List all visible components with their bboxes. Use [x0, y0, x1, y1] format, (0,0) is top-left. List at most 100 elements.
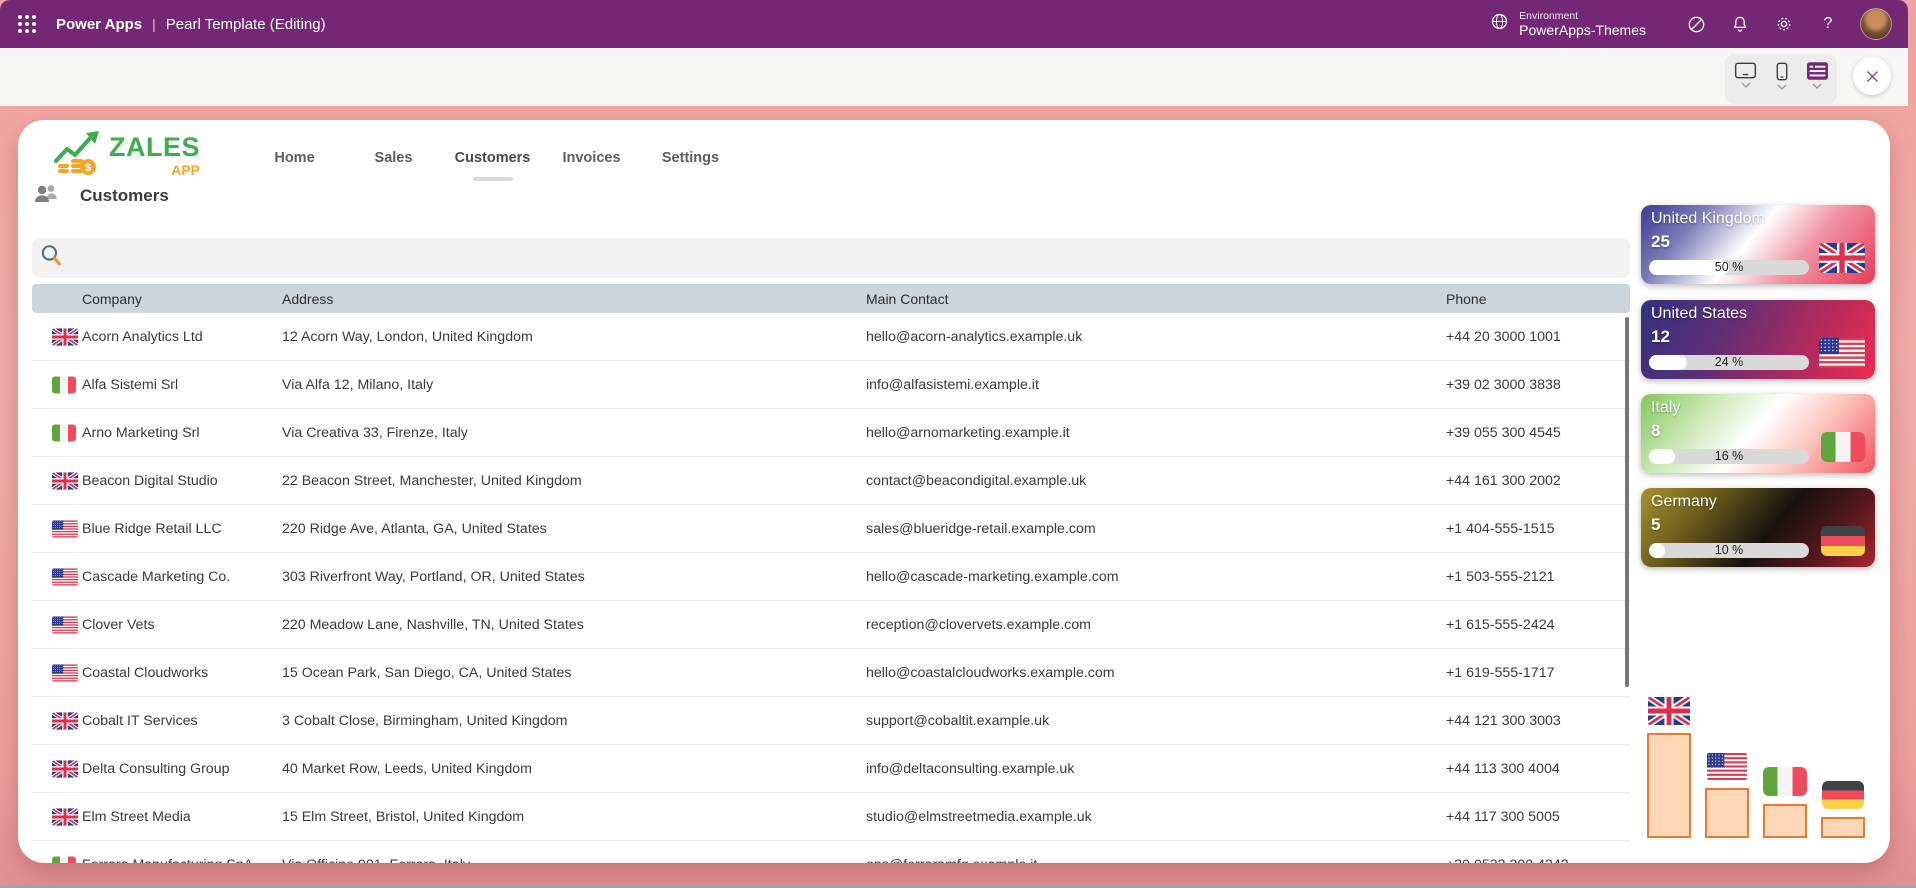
environment-picker[interactable]: Environment PowerApps-Themes [1489, 10, 1646, 38]
cell-company: Acorn Analytics Ltd [82, 329, 203, 345]
customer-row[interactable]: Arno Marketing SrlVia Creativa 33, Firen… [32, 409, 1630, 457]
cell-contact: info@deltaconsulting.example.uk [866, 761, 1074, 777]
country-card-count: 12 [1651, 327, 1670, 347]
country-card-count: 5 [1651, 515, 1660, 535]
settings-gear-icon[interactable] [1762, 0, 1806, 48]
cell-address: 22 Beacon Street, Manchester, United Kin… [282, 473, 582, 489]
cell-company: Elm Street Media [82, 809, 191, 825]
cell-address: 40 Market Row, Leeds, United Kingdom [282, 761, 532, 777]
country-progress-label: 24 % [1649, 355, 1809, 370]
chevron-down-icon [1741, 82, 1751, 88]
search-box[interactable] [32, 238, 1630, 278]
column-header-company: Company [82, 291, 142, 307]
cell-company: Cascade Marketing Co. [82, 569, 230, 585]
customer-row[interactable]: Cobalt IT Services3 Cobalt Close, Birmin… [32, 697, 1630, 745]
logo-chart-coins-icon: $ [52, 127, 104, 184]
flag-us-icon [52, 568, 78, 585]
app-nav: Home Sales CustomersInvoices Settings [245, 144, 740, 172]
customer-row[interactable]: Clover Vets220 Meadow Lane, Nashville, T… [32, 601, 1630, 649]
copilot-icon[interactable] [1674, 0, 1718, 48]
customer-row[interactable]: Beacon Digital Studio22 Beacon Street, M… [32, 457, 1630, 505]
customer-row[interactable]: Ferrara Manufacturing SpAVia Officine 90… [32, 841, 1630, 863]
nav-tab-label: Sales [375, 150, 413, 166]
flag-uk-icon [52, 472, 78, 489]
search-input[interactable] [65, 237, 1630, 279]
cell-address: 220 Ridge Ave, Atlanta, GA, United State… [282, 521, 547, 537]
cell-contact: hello@arnomarketing.example.it [866, 425, 1070, 441]
customer-row[interactable]: Acorn Analytics Ltd12 Acorn Way, London,… [32, 313, 1630, 361]
cell-phone: +44 121 300 3003 [1446, 713, 1561, 729]
country-card-title: United Kingdom [1651, 210, 1765, 228]
product-name[interactable]: Power Apps [56, 16, 142, 33]
cell-phone: +1 615-555-2424 [1446, 617, 1554, 633]
country-progress-bar: 16 % [1649, 449, 1809, 464]
country-card-united-kingdom[interactable]: United Kingdom2550 % [1641, 205, 1875, 284]
country-card-title: Italy [1651, 399, 1680, 417]
page-title: Customers [80, 186, 169, 206]
cell-company: Cobalt IT Services [82, 713, 198, 729]
customer-row[interactable]: Alfa Sistemi SrlVia Alfa 12, Milano, Ita… [32, 361, 1630, 409]
flag-us-icon [52, 664, 78, 681]
help-icon[interactable]: ? [1806, 0, 1850, 48]
zales-app-logo: $ ZALES APP [52, 127, 200, 184]
nav-tab-customers[interactable]: Customers [443, 144, 542, 172]
country-card-united-states[interactable]: United States 12 24 % [1641, 300, 1875, 379]
logo-name: ZALES [109, 134, 200, 161]
environment-label: Environment [1519, 10, 1646, 22]
customer-row[interactable]: Blue Ridge Retail LLC220 Ridge Ave, Atla… [32, 505, 1630, 553]
country-card-italy[interactable]: Italy816 % [1641, 394, 1875, 473]
flag-us-icon [1707, 753, 1747, 780]
cell-phone: +44 113 300 4004 [1446, 761, 1560, 777]
flag-uk-icon [1648, 697, 1690, 725]
flag-it-icon [1763, 767, 1807, 796]
cell-phone: +1 503-555-2121 [1446, 569, 1554, 585]
active-tab-underline [473, 177, 513, 181]
power-apps-top-bar: Power Apps | Pearl Template (Editing) En… [0, 0, 1908, 48]
country-bar-chart [1641, 680, 1890, 842]
nav-tab-label: Settings [662, 150, 719, 166]
nav-tab-settings[interactable]: Settings [641, 144, 740, 172]
customer-row[interactable]: Coastal Cloudworks15 Ocean Park, San Die… [32, 649, 1630, 697]
country-progress-label: 50 % [1649, 260, 1809, 275]
title-divider: | [152, 16, 156, 32]
country-card-title: United States [1651, 305, 1747, 323]
close-preview-button[interactable] [1853, 57, 1891, 95]
cell-contact: reception@clovervets.example.com [866, 617, 1091, 633]
avatar[interactable] [1860, 8, 1892, 40]
cell-address: 220 Meadow Lane, Nashville, TN, United S… [282, 617, 584, 633]
flag-us-icon [1819, 338, 1865, 368]
phone-preview-button[interactable] [1776, 62, 1788, 90]
cell-contact: hello@cascade-marketing.example.com [866, 569, 1119, 585]
nav-tab-sales[interactable]: Sales [344, 144, 443, 172]
gallery-scrollbar[interactable] [1625, 317, 1629, 687]
flag-it-icon [52, 856, 76, 863]
chevron-down-icon [1777, 84, 1787, 90]
flag-de-icon [1821, 526, 1865, 556]
environment-globe-icon [1489, 11, 1510, 37]
customer-row[interactable]: Delta Consulting Group40 Market Row, Lee… [32, 745, 1630, 793]
cell-contact: hello@coastalcloudworks.example.com [866, 665, 1115, 681]
nav-tab-invoices[interactable]: Invoices [542, 144, 641, 172]
flag-it-icon [52, 376, 76, 393]
cell-company: Coastal Cloudworks [82, 665, 208, 681]
country-card-germany[interactable]: Germany510 % [1641, 488, 1875, 567]
flag-uk-icon [1819, 243, 1865, 273]
flag-uk-icon [52, 808, 78, 825]
notifications-bell-icon[interactable] [1718, 0, 1762, 48]
customer-row[interactable]: Elm Street Media15 Elm Street, Bristol, … [32, 793, 1630, 841]
column-header-phone: Phone [1446, 291, 1486, 307]
nav-tab-home[interactable]: Home [245, 144, 344, 172]
customer-row[interactable]: Cascade Marketing Co.303 Riverfront Way,… [32, 553, 1630, 601]
flag-it-icon [1821, 432, 1865, 462]
flag-us-icon [52, 520, 78, 537]
cell-company: Arno Marketing Srl [82, 425, 199, 441]
cell-contact: ops@ferraramfg.example.it [866, 857, 1037, 864]
column-header-address: Address [282, 291, 333, 307]
waffle-icon[interactable] [18, 15, 36, 33]
flag-it-icon [52, 424, 76, 441]
environment-name: PowerApps-Themes [1519, 22, 1646, 38]
form-view-button-selected[interactable] [1807, 62, 1828, 89]
tablet-preview-button[interactable] [1734, 62, 1757, 88]
chart-bar-united-states [1705, 788, 1749, 838]
customers-people-icon [32, 182, 62, 211]
